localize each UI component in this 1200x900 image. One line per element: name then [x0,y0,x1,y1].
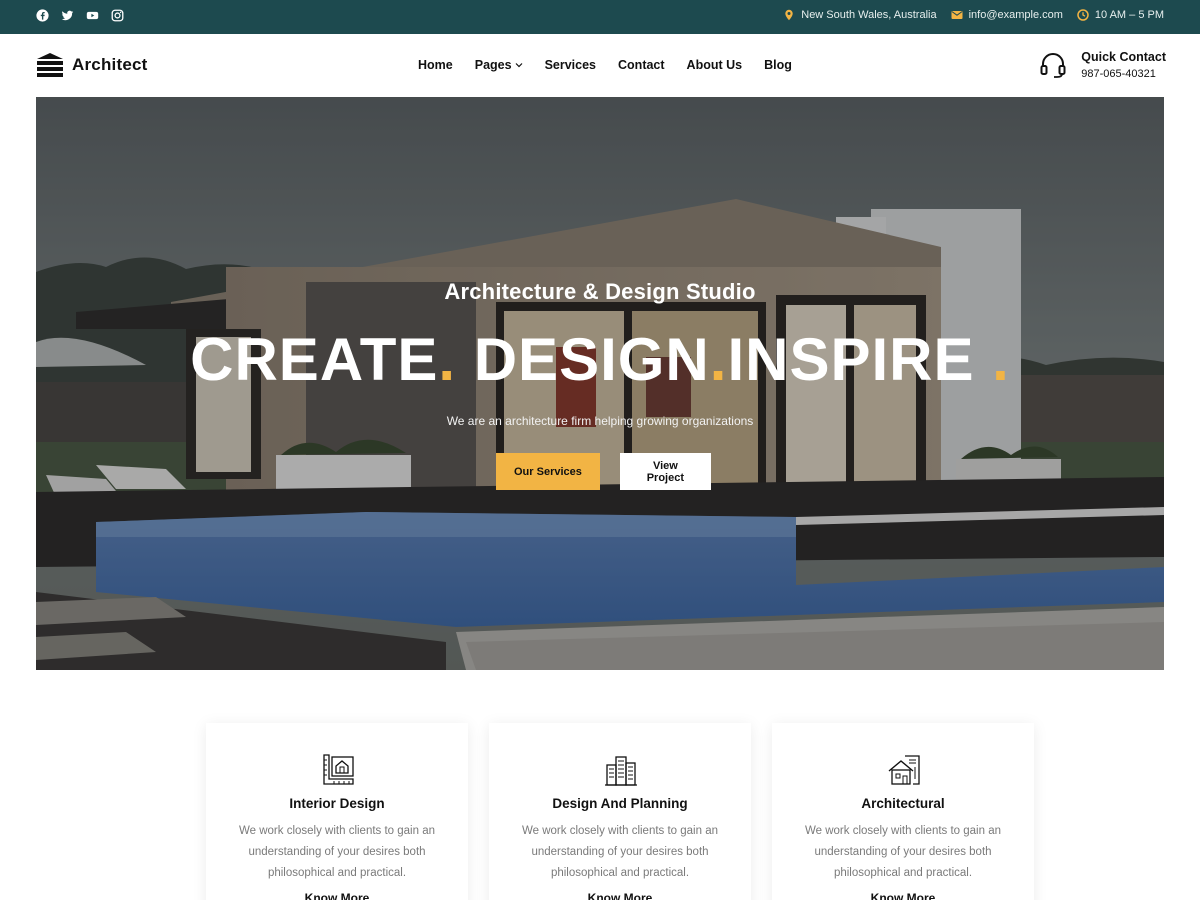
hero-subtitle: Architecture & Design Studio [444,279,756,304]
chevron-down-icon [515,63,523,68]
headline-word-inspire: INSPIRE [727,326,975,393]
headline-word-design: DESIGN [473,326,710,393]
nav-blog[interactable]: Blog [764,58,792,72]
main-nav: Home Pages Services Contact About Us Blo… [418,58,792,72]
nav-label: Contact [618,58,665,72]
headline-dot: . [992,326,1010,393]
email-text[interactable]: info@example.com [969,9,1063,21]
hours-info: 10 AM – 5 PM [1077,9,1164,21]
logo[interactable]: Architect [36,52,148,78]
hours-text: 10 AM – 5 PM [1094,9,1164,21]
nav-services[interactable]: Services [545,58,596,72]
card-title: Interior Design [289,796,385,811]
city-buildings-icon [605,756,637,786]
top-bar: New South Wales, Australia info@example.… [0,0,1200,34]
card-title: Design And Planning [552,796,688,811]
headline-dot: . [438,326,457,393]
know-more-link[interactable]: Know More [206,891,468,900]
location-pin-icon [785,9,793,21]
quick-contact-phone[interactable]: 987-065-40321 [1081,68,1166,80]
card-text: We work closely with clients to gain an … [238,825,435,879]
nav-about-us[interactable]: About Us [687,58,743,72]
headset-icon [1040,53,1066,78]
view-project-button[interactable]: View Project [619,453,711,490]
nav-contact[interactable]: Contact [618,58,665,72]
envelope-icon [951,11,963,19]
nav-label: Services [544,58,597,72]
hero-banner: Architecture & Design Studio CREATE. DES… [36,97,1164,670]
hero-description: We are an architecture firm helping grow… [446,414,754,428]
main-header: Architect Home Pages Services Contact Ab… [0,34,1200,97]
nav-label: Blog [764,58,792,72]
quick-contact[interactable]: Quick Contact 987-065-40321 [1039,50,1166,80]
social-links [36,9,124,22]
location-text: New South Wales, Australia [801,9,937,21]
our-services-button[interactable]: Our Services [496,453,600,490]
house-blueprint-icon [888,755,920,785]
building-stack-icon [37,53,63,77]
nav-label: About Us [686,58,743,72]
service-card-interior-design: Interior Design We work closely with cli… [206,723,468,900]
headline-word-create: CREATE [190,326,439,393]
service-card-architectural: Architectural We work closely with clien… [772,723,1034,900]
contact-info: New South Wales, Australia info@example.… [783,9,1164,21]
clock-icon [1077,9,1089,21]
hero-headline: CREATE. DESIGN.INSPIRE . [36,325,1164,394]
card-text: We work closely with clients to gain an … [521,825,718,879]
instagram-icon[interactable] [111,9,124,22]
hero-buttons: Our Services View Project [496,453,711,490]
quick-contact-title: Quick Contact [1081,50,1166,64]
hero-content: Architecture & Design Studio CREATE. DES… [36,97,1164,670]
twitter-icon[interactable] [61,9,74,22]
facebook-icon[interactable] [36,9,49,22]
nav-label: Pages [474,58,512,72]
email-info[interactable]: info@example.com [951,9,1063,21]
brand-name: Architect [72,55,148,74]
quick-contact-text: Quick Contact 987-065-40321 [1081,50,1166,80]
service-cards: Interior Design We work closely with cli… [206,723,1034,900]
nav-pages[interactable]: Pages [475,58,523,72]
card-title: Architectural [861,796,945,811]
know-more-link[interactable]: Know More [489,891,751,900]
nav-label: Home [418,58,453,72]
headline-dot: . [709,326,728,393]
know-more-link[interactable]: Know More [772,891,1034,900]
interior-plan-icon [323,754,354,785]
youtube-icon[interactable] [86,9,99,22]
card-text: We work closely with clients to gain an … [804,825,1001,879]
service-card-design-planning: Design And Planning We work closely with… [489,723,751,900]
location-info: New South Wales, Australia [783,9,937,21]
nav-home[interactable]: Home [418,58,453,72]
